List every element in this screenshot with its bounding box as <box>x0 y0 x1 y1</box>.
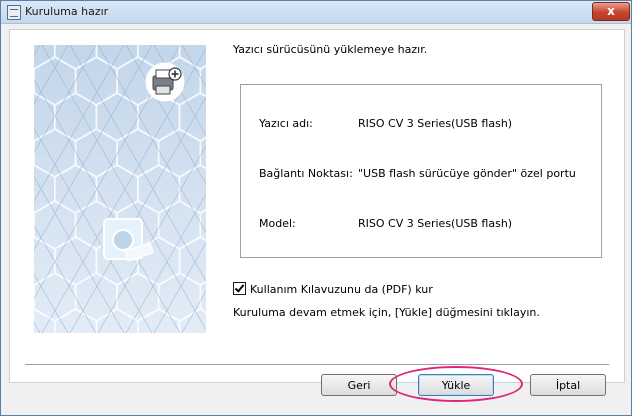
printer-name-label: Yazıcı adı: <box>259 117 313 130</box>
port-label: Bağlantı Noktası: <box>259 167 353 180</box>
dialog-body: Yazıcı sürücüsünü yüklemeye hazır. Yazıc… <box>9 29 625 383</box>
installer-window: Kuruluma hazır x Yazıcı sürücüsünü yükle… <box>0 0 632 416</box>
printer-info-box: Yazıcı adı: RISO CV 3 Series(USB flash) … <box>240 84 602 258</box>
setup-illustration <box>34 45 206 333</box>
install-manual-checkbox[interactable] <box>233 282 246 295</box>
install-manual-label: Kullanım Kılavuzunu da (PDF) kur <box>250 283 433 296</box>
instruction-text: Kuruluma devam etmek için, [Yükle] düğme… <box>233 306 540 319</box>
hexagon-pattern <box>34 45 206 333</box>
title-bar[interactable]: Kuruluma hazır x <box>1 1 631 24</box>
window-title: Kuruluma hazır <box>25 5 109 18</box>
cancel-button[interactable]: İptal <box>530 374 606 396</box>
model-value: RISO CV 3 Series(USB flash) <box>358 217 513 230</box>
printer-add-icon <box>145 62 185 102</box>
printer-name-value: RISO CV 3 Series(USB flash) <box>358 117 513 130</box>
close-button[interactable]: x <box>592 2 630 21</box>
install-manual-option[interactable]: Kullanım Kılavuzunu da (PDF) kur <box>233 282 433 296</box>
port-value: "USB flash sürücüye gönder" özel portu <box>358 167 576 180</box>
footer-divider <box>25 364 609 366</box>
back-button[interactable]: Geri <box>321 374 397 396</box>
installer-icon <box>7 5 21 20</box>
install-button[interactable]: Yükle <box>418 374 494 396</box>
intro-text: Yazıcı sürücüsünü yüklemeye hazır. <box>233 43 428 56</box>
model-label: Model: <box>259 217 296 230</box>
